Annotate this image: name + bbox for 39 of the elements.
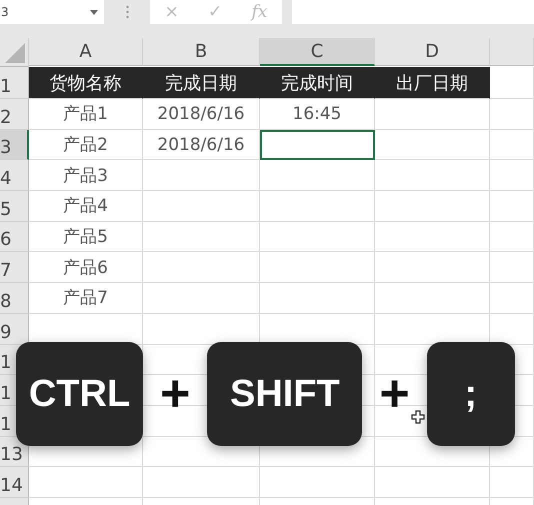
formula-input[interactable] [292, 0, 534, 24]
name-box-value: 3 [1, 5, 9, 19]
dropdown-caret-icon[interactable] [90, 10, 98, 14]
table-cell: 完成时间 [260, 67, 375, 99]
drag-handle-icon [126, 5, 128, 19]
table-cell: 产品6 [29, 252, 143, 284]
table-cell: 货物名称 [29, 67, 143, 99]
table-cell [490, 191, 534, 222]
table-cell [490, 99, 534, 130]
table-cell: 产品2 [29, 130, 143, 160]
table-cell: 产品3 [29, 160, 143, 192]
table-cell: 产品5 [29, 222, 143, 252]
table-cell: 产品1 [29, 99, 143, 130]
table-cell: 产品7 [29, 283, 143, 314]
table-cell: 2018/6/16 [143, 130, 260, 160]
keyboard-key: SHIFT [207, 342, 362, 446]
table-cell: 2018/6/16 [143, 99, 260, 130]
keyboard-key: CTRL [16, 342, 143, 446]
column-header[interactable]: B [143, 38, 260, 66]
column-header[interactable]: D [375, 38, 490, 66]
table-cell: 产品4 [29, 191, 143, 222]
table-cell: 完成日期 [143, 67, 260, 99]
table-cell [490, 160, 534, 192]
cursor-icon [411, 410, 425, 424]
plus-sign: + [379, 374, 410, 414]
name-box[interactable]: 3 [0, 0, 104, 24]
table-cell: 出厂日期 [375, 67, 490, 99]
table-cell [490, 283, 534, 314]
column-header[interactable] [490, 38, 534, 66]
plus-sign: + [160, 374, 190, 414]
table-cell [490, 130, 534, 160]
table-cell [490, 252, 534, 284]
table-cell: 16:45 [260, 99, 375, 130]
keyboard-key: ; [426, 342, 515, 446]
table-cell [490, 467, 534, 498]
select-all-corner[interactable] [0, 38, 29, 67]
column-header[interactable]: C [260, 38, 375, 66]
table-cell [490, 222, 534, 252]
column-header[interactable]: A [29, 38, 143, 66]
